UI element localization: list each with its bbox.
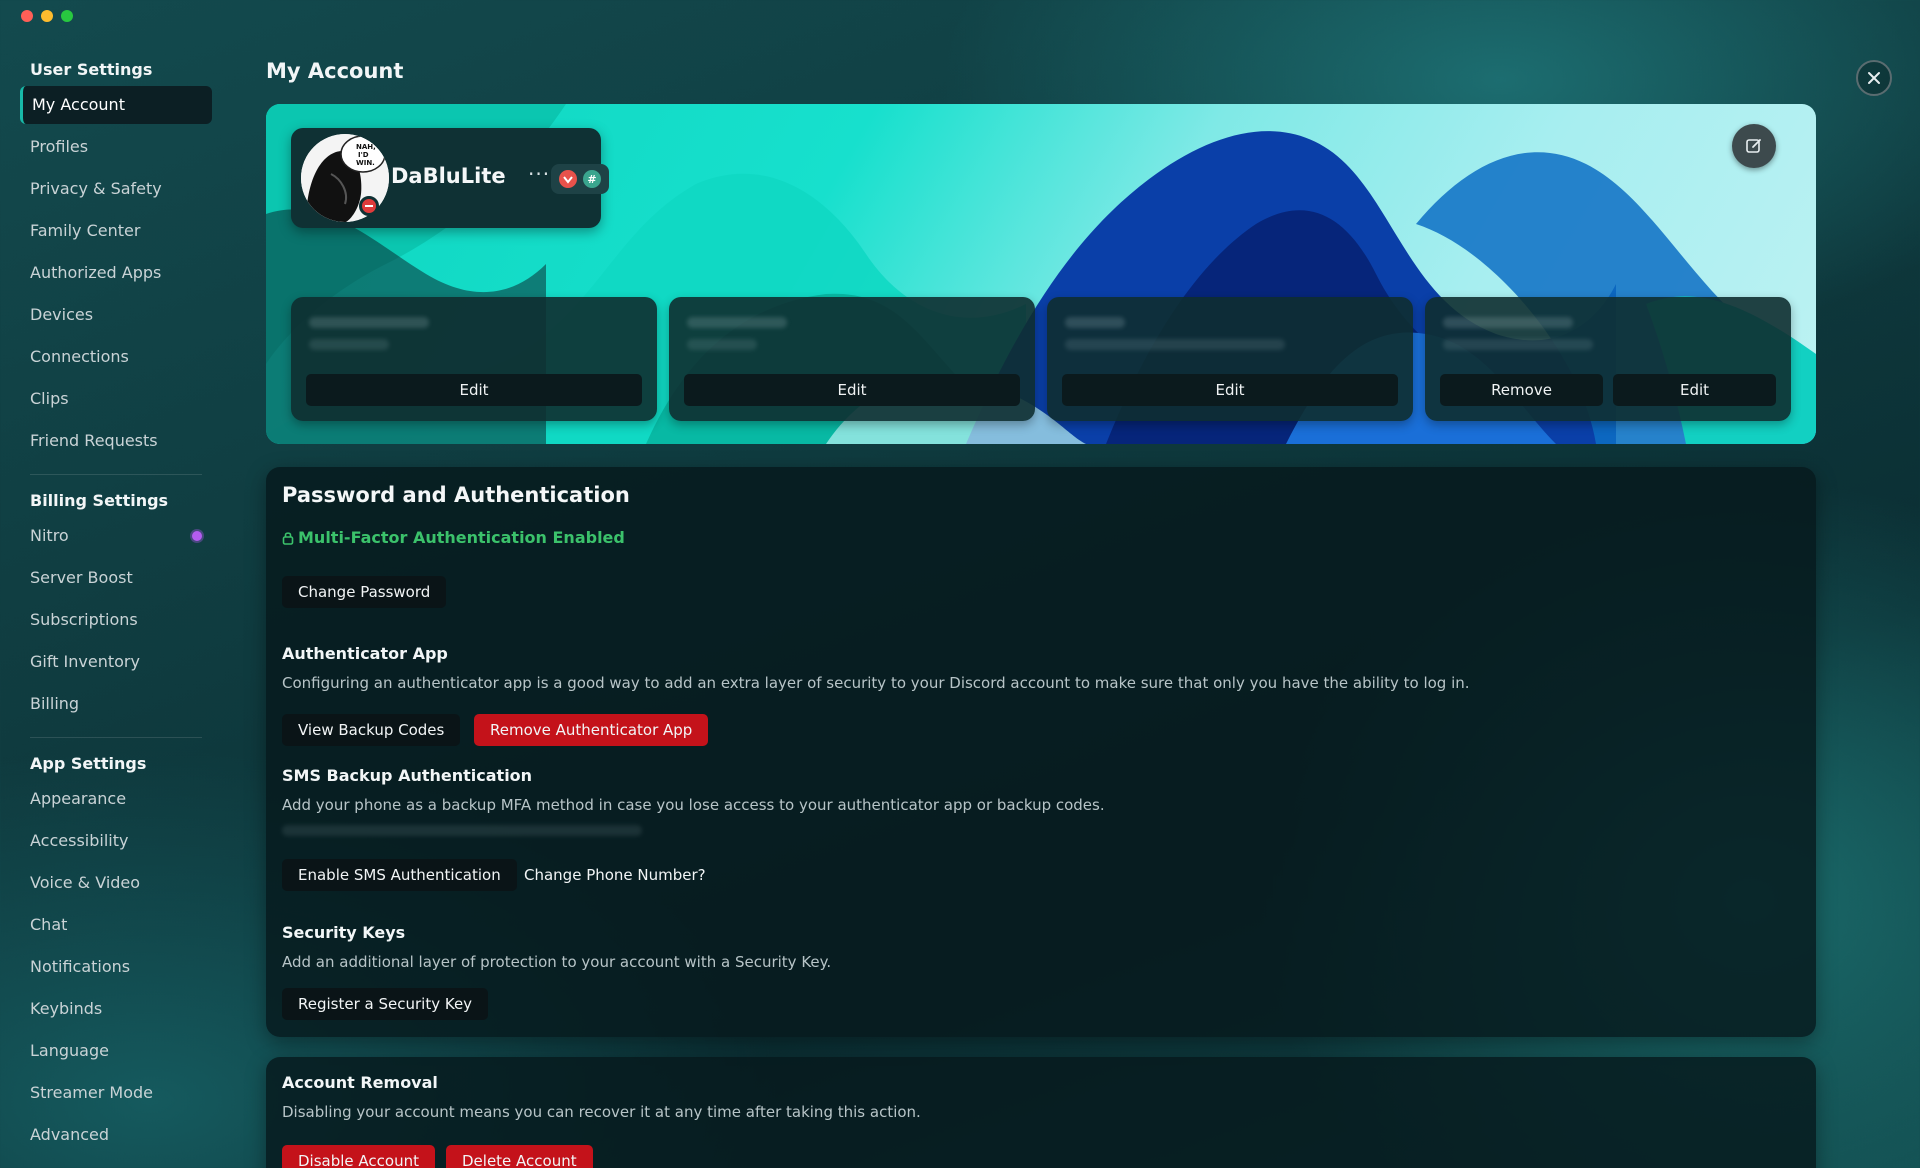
redacted-label bbox=[687, 317, 787, 328]
edit-email-button[interactable]: Edit bbox=[1062, 374, 1398, 406]
sidebar-item-advanced[interactable]: Advanced bbox=[20, 1116, 212, 1154]
profile-card: NAH, I'D WIN. DaBluLite ··· # bbox=[291, 128, 609, 228]
sidebar-item-label: Nitro bbox=[30, 526, 69, 545]
sidebar-item-streamer-mode[interactable]: Streamer Mode bbox=[20, 1074, 212, 1112]
authenticator-title: Authenticator App bbox=[282, 644, 448, 663]
sidebar-item-chat[interactable]: Chat bbox=[20, 906, 212, 944]
sidebar-item-privacy-safety[interactable]: Privacy & Safety bbox=[20, 170, 212, 208]
change-password-button[interactable]: Change Password bbox=[282, 576, 447, 608]
mfa-status-label: Multi-Factor Authentication Enabled bbox=[298, 528, 625, 547]
svg-text:NAH,: NAH, bbox=[356, 143, 376, 151]
edit-phone-button[interactable]: Edit bbox=[1613, 374, 1776, 406]
account-removal-title: Account Removal bbox=[282, 1073, 438, 1092]
redacted-value bbox=[1443, 339, 1593, 350]
enable-sms-button[interactable]: Enable SMS Authentication bbox=[282, 859, 517, 891]
dnd-status-icon bbox=[359, 196, 379, 216]
sms-backup-description: Add your phone as a backup MFA method in… bbox=[282, 796, 1105, 814]
redacted-phone-line bbox=[282, 825, 642, 836]
sidebar-item-voice-video[interactable]: Voice & Video bbox=[20, 864, 212, 902]
sidebar-item-gift-inventory[interactable]: Gift Inventory bbox=[20, 643, 212, 681]
close-window-button[interactable] bbox=[21, 10, 33, 22]
account-removal-panel: Account Removal Disabling your account m… bbox=[266, 1057, 1816, 1168]
close-icon bbox=[1868, 72, 1880, 84]
sidebar-item-server-boost[interactable]: Server Boost bbox=[20, 559, 212, 597]
section-title: Password and Authentication bbox=[282, 483, 630, 507]
hashtag-badge-icon[interactable]: # bbox=[583, 170, 601, 188]
remove-authenticator-button[interactable]: Remove Authenticator App bbox=[474, 714, 709, 746]
sidebar-item-devices[interactable]: Devices bbox=[20, 296, 212, 334]
svg-text:WIN.: WIN. bbox=[356, 159, 375, 167]
phone-number-card: Remove Edit bbox=[1425, 297, 1791, 421]
sidebar-heading-app-settings: App Settings bbox=[30, 754, 147, 773]
sidebar-divider bbox=[30, 737, 202, 738]
edit-username-button[interactable]: Edit bbox=[684, 374, 1020, 406]
security-keys-description: Add an additional layer of protection to… bbox=[282, 953, 832, 971]
page-title: My Account bbox=[266, 59, 404, 83]
more-options-button[interactable]: ··· bbox=[528, 162, 550, 186]
account-info-row: Edit Edit Edit Remove Edit bbox=[291, 297, 1791, 421]
view-backup-codes-button[interactable]: View Backup Codes bbox=[282, 714, 461, 746]
nitro-icon bbox=[192, 531, 202, 541]
window-controls bbox=[21, 10, 73, 22]
display-name-card: Edit bbox=[291, 297, 657, 421]
sidebar-heading-billing-settings: Billing Settings bbox=[30, 491, 169, 510]
sidebar-item-family-center[interactable]: Family Center bbox=[20, 212, 212, 250]
sidebar-item-clips[interactable]: Clips bbox=[20, 380, 212, 418]
redacted-label bbox=[309, 317, 429, 328]
profile-username: DaBluLite bbox=[391, 164, 506, 188]
sidebar-item-friend-requests[interactable]: Friend Requests bbox=[20, 422, 212, 460]
sidebar-divider bbox=[30, 474, 202, 475]
pencil-icon bbox=[1746, 139, 1761, 153]
change-phone-link[interactable]: Change Phone Number? bbox=[524, 859, 706, 891]
redacted-value bbox=[309, 339, 389, 350]
account-removal-description: Disabling your account means you can rec… bbox=[282, 1103, 921, 1121]
sidebar-item-nitro[interactable]: Nitro bbox=[20, 517, 212, 555]
redacted-label bbox=[1065, 317, 1125, 328]
settings-sidebar: User Settings My Account Profiles Privac… bbox=[20, 58, 212, 1154]
sidebar-item-my-account[interactable]: My Account bbox=[20, 86, 212, 124]
redacted-value bbox=[687, 339, 757, 350]
sidebar-item-authorized-apps[interactable]: Authorized Apps bbox=[20, 254, 212, 292]
remove-phone-button[interactable]: Remove bbox=[1440, 374, 1603, 406]
sidebar-item-profiles[interactable]: Profiles bbox=[20, 128, 212, 166]
sidebar-item-billing[interactable]: Billing bbox=[20, 685, 212, 723]
shield-badge-icon[interactable] bbox=[559, 170, 577, 188]
register-security-key-button[interactable]: Register a Security Key bbox=[282, 988, 489, 1020]
sidebar-item-language[interactable]: Language bbox=[20, 1032, 212, 1070]
svg-text:I'D: I'D bbox=[358, 151, 369, 159]
redacted-value bbox=[1065, 339, 1285, 350]
edit-display-name-button[interactable]: Edit bbox=[306, 374, 642, 406]
lock-icon bbox=[282, 531, 294, 545]
authenticator-description: Configuring an authenticator app is a go… bbox=[282, 674, 1470, 692]
sidebar-item-keybinds[interactable]: Keybinds bbox=[20, 990, 212, 1028]
password-authentication-panel: Password and Authentication Multi-Factor… bbox=[266, 467, 1816, 1037]
disable-account-button[interactable]: Disable Account bbox=[282, 1145, 435, 1168]
sms-backup-title: SMS Backup Authentication bbox=[282, 766, 533, 785]
delete-account-button[interactable]: Delete Account bbox=[446, 1145, 593, 1168]
sidebar-item-appearance[interactable]: Appearance bbox=[20, 780, 212, 818]
redacted-label bbox=[1443, 317, 1573, 328]
sidebar-item-connections[interactable]: Connections bbox=[20, 338, 212, 376]
username-card: Edit bbox=[669, 297, 1035, 421]
close-settings-button[interactable] bbox=[1856, 60, 1892, 96]
mfa-status: Multi-Factor Authentication Enabled bbox=[282, 528, 625, 547]
email-card: Edit bbox=[1047, 297, 1413, 421]
profile-badges: # bbox=[551, 164, 609, 194]
sidebar-item-accessibility[interactable]: Accessibility bbox=[20, 822, 212, 860]
sidebar-heading-user-settings: User Settings bbox=[30, 60, 153, 79]
minimize-window-button[interactable] bbox=[41, 10, 53, 22]
edit-profile-button[interactable] bbox=[1732, 124, 1776, 168]
security-keys-title: Security Keys bbox=[282, 923, 406, 942]
zoom-window-button[interactable] bbox=[61, 10, 73, 22]
sidebar-item-notifications[interactable]: Notifications bbox=[20, 948, 212, 986]
sidebar-item-subscriptions[interactable]: Subscriptions bbox=[20, 601, 212, 639]
profile-banner: NAH, I'D WIN. DaBluLite ··· # Edit Edit … bbox=[266, 104, 1816, 444]
